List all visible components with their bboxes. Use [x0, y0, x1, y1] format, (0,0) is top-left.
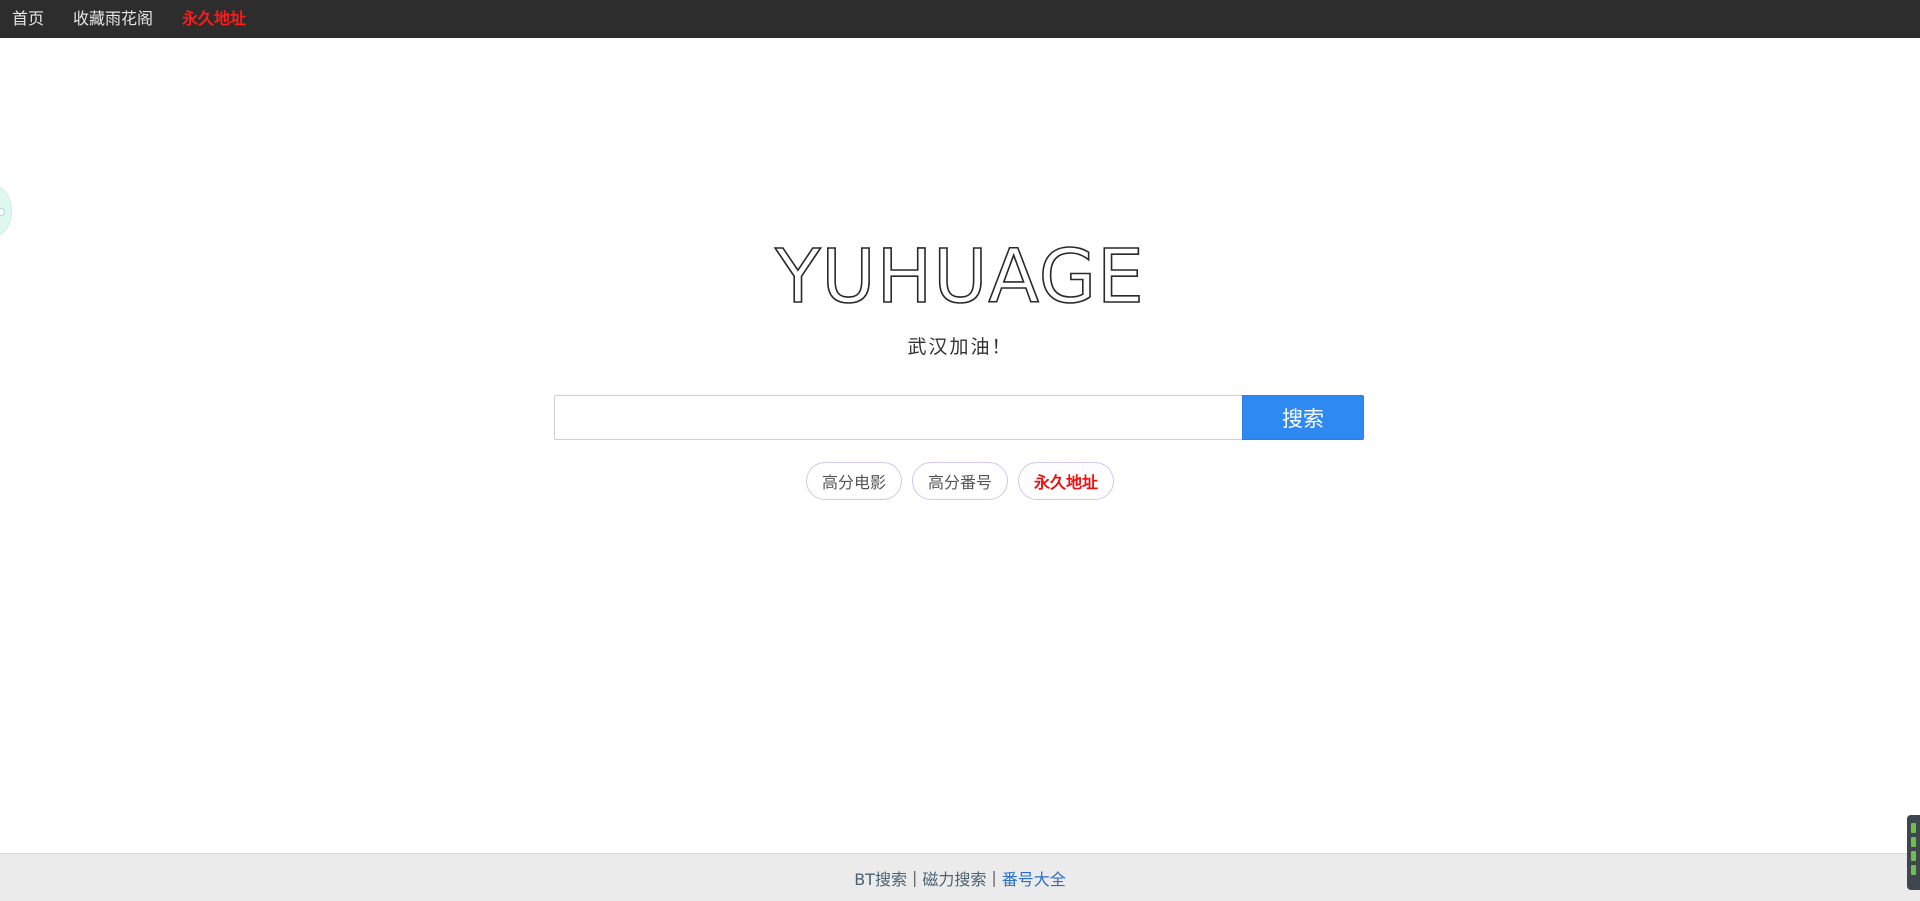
tag-permanent-address[interactable]: 永久地址	[1018, 462, 1115, 500]
level-bar-icon	[1911, 837, 1916, 847]
footer-link-bt-search[interactable]: BT搜索	[854, 866, 907, 890]
footer-separator: |	[991, 868, 997, 887]
level-bar-icon	[1911, 823, 1916, 833]
footer-link-magnet-search[interactable]: 磁力搜索	[922, 866, 986, 890]
nav-link-permanent-address[interactable]: 永久地址	[182, 0, 246, 38]
footer-separator: |	[911, 868, 918, 887]
tag-top-movies[interactable]: 高分电影	[805, 462, 902, 500]
nav-link-bookmark[interactable]: 收藏雨花阁	[73, 0, 153, 38]
level-bar-icon	[1911, 865, 1916, 875]
footer: BT搜索 | 磁力搜索 | 番号大全	[0, 853, 1920, 901]
quick-tags: 高分电影 高分番号 永久地址	[0, 462, 1920, 500]
tag-top-codes[interactable]: 高分番号	[911, 462, 1008, 500]
level-bar-icon	[1911, 851, 1916, 861]
right-edge-widget[interactable]	[1907, 815, 1920, 890]
footer-link-code-list[interactable]: 番号大全	[1002, 866, 1066, 890]
search-button[interactable]: 搜索	[1242, 395, 1364, 440]
nav-link-home[interactable]: 首页	[12, 0, 44, 38]
search-bar: 搜索	[554, 395, 1364, 440]
top-navbar: 首页 收藏雨花阁 永久地址	[0, 0, 1920, 38]
tagline: 武汉加油！	[907, 336, 1013, 358]
site-logo: YUHUAGE	[774, 233, 1145, 321]
floating-side-widget[interactable]	[0, 185, 12, 237]
widget-dot-icon	[0, 208, 5, 216]
search-input[interactable]	[554, 395, 1242, 440]
